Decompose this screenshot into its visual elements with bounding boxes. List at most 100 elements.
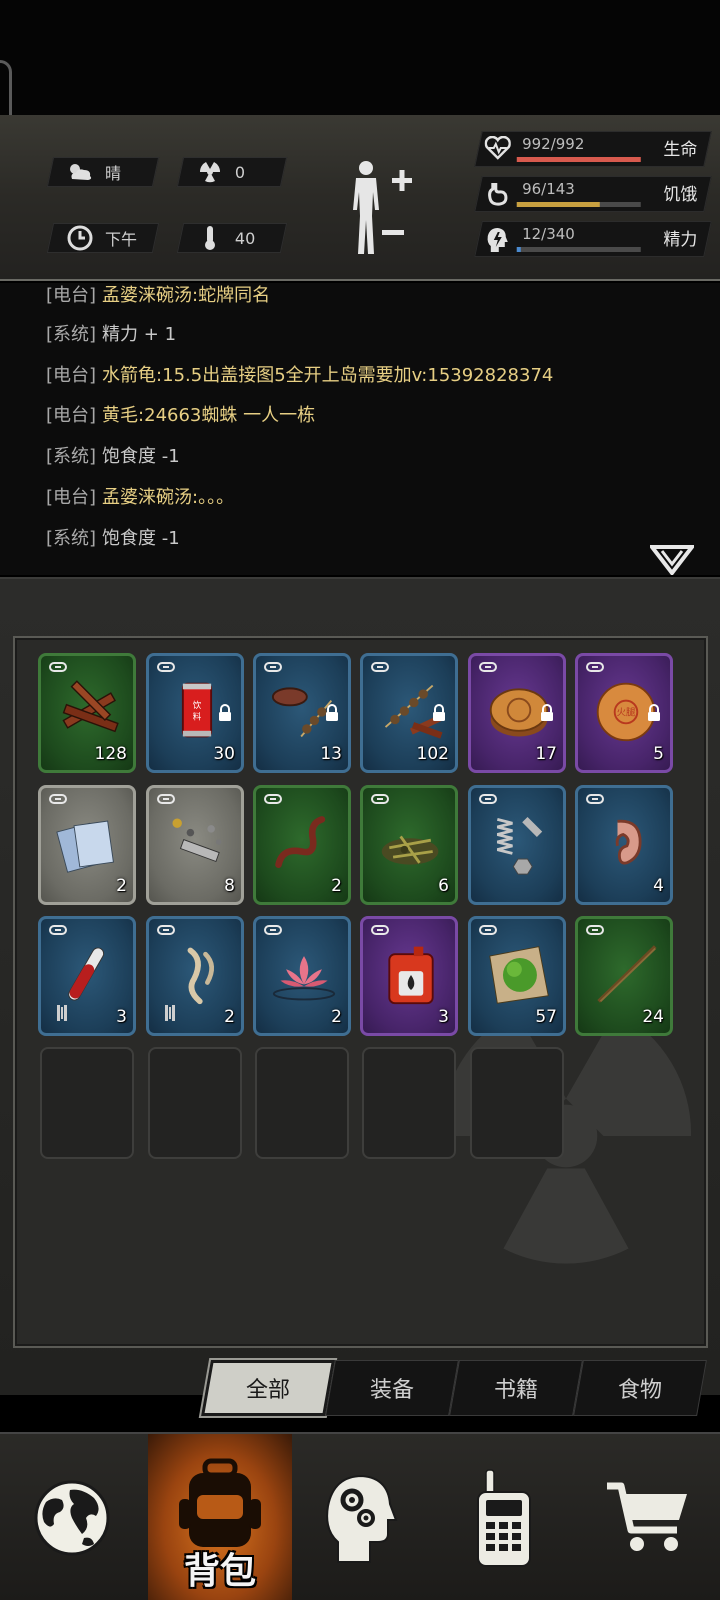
tab-all[interactable]: 全部 — [201, 1360, 335, 1416]
inventory-slot-blood-vial[interactable]: 3 — [38, 916, 136, 1036]
nav-shop-button[interactable] — [576, 1434, 720, 1600]
inventory-slot-paper-sheets[interactable]: 2 — [38, 785, 136, 905]
clock-icon — [65, 223, 95, 253]
cloud-sun-icon — [65, 157, 95, 187]
log-line: [电台] 水箭龟:15.5出盖接图5全开上岛需要加v:15392828374 — [46, 361, 553, 387]
quality-tier-icon — [165, 1005, 175, 1021]
character-body-button[interactable] — [348, 158, 428, 258]
link-icon — [264, 794, 282, 804]
inventory-slot-skewer-with-wood[interactable]: 102 — [360, 653, 458, 773]
item-quantity: 24 — [642, 1007, 664, 1027]
scrap-metal-icon — [172, 818, 222, 863]
inventory-slot-lotus-flower[interactable]: 2 — [253, 916, 351, 1036]
health-bar: 992/992 生命 — [474, 131, 712, 167]
inventory-slot-fire-mooncake[interactable]: 火腿 5 — [575, 653, 673, 773]
log-channel-tag: [电台] — [46, 285, 97, 306]
inventory-slot-worm[interactable]: 2 — [253, 785, 351, 905]
top-bar — [0, 0, 720, 170]
inventory-slot-bone-claws[interactable]: 2 — [146, 916, 244, 1036]
item-quantity: 3 — [438, 1007, 449, 1027]
energy-fill — [516, 247, 522, 252]
link-icon — [479, 794, 497, 804]
inventory-slot-herb-bundle[interactable]: 6 — [360, 785, 458, 905]
lock-icon — [646, 704, 662, 722]
log-message: 精力 + 1 — [102, 324, 177, 345]
quality-tier-icon — [57, 1005, 67, 1021]
thermometer-icon — [195, 223, 225, 253]
spring-and-bolt-icon — [496, 816, 543, 875]
weather-text: 晴 — [105, 164, 122, 183]
human-figure-icon — [353, 161, 412, 254]
radiation-icon — [195, 157, 225, 187]
link-icon — [479, 662, 497, 672]
bottom-nav: 背包 — [0, 1432, 720, 1600]
event-log[interactable]: [电台] 孟婆涞碗汤:蛇牌同名 [系统] 精力 + 1 [电台] 水箭龟:15.5出盖接图… — [0, 283, 720, 575]
nav-backpack-button[interactable]: 背包 — [148, 1434, 292, 1600]
inventory-slot-grilled-meat-skewer[interactable]: 13 — [253, 653, 351, 773]
tab-food[interactable]: 食物 — [573, 1360, 707, 1416]
link-icon — [49, 794, 67, 804]
log-channel-tag: [系统] — [46, 324, 97, 345]
temperature-chip: 40 — [176, 223, 288, 253]
log-message: 孟婆涞碗汤:。。。 — [102, 487, 235, 508]
inventory-slot-wood-planks[interactable]: 128 — [38, 653, 136, 773]
shopping-cart-icon — [607, 1482, 687, 1551]
log-line: [系统] 饱食度 -1 — [46, 442, 180, 468]
inventory-slot-mooncake[interactable]: 17 — [468, 653, 566, 773]
log-message: 孟婆涞碗汤:蛇牌同名 — [102, 285, 271, 306]
nav-map-button[interactable] — [0, 1434, 144, 1600]
wood-planks-icon — [62, 680, 119, 733]
empty-inventory-slot[interactable] — [470, 1047, 564, 1159]
bone-claws-icon — [187, 947, 214, 1005]
link-icon — [479, 925, 497, 935]
hunger-label: 饥饿 — [663, 185, 698, 205]
item-quantity: 128 — [94, 744, 127, 764]
inventory-slot-fuel-canister[interactable]: 3 — [360, 916, 458, 1036]
energy-value: 12/340 — [522, 225, 575, 243]
inventory-slot-ear-organ[interactable]: 4 — [575, 785, 673, 905]
empty-inventory-slot[interactable] — [362, 1047, 456, 1159]
link-icon — [371, 925, 389, 935]
item-quantity: 57 — [535, 1007, 557, 1027]
tab-equipment[interactable]: 装备 — [325, 1360, 459, 1416]
health-value: 992/992 — [522, 135, 585, 153]
empty-inventory-slot[interactable] — [148, 1047, 242, 1159]
time-chip: 下午 — [46, 223, 160, 253]
nav-radio-button[interactable] — [432, 1434, 576, 1600]
energy-track — [516, 247, 641, 252]
backpack-icon — [179, 1458, 261, 1547]
energy-label: 精力 — [663, 230, 698, 250]
svg-text:火腿: 火腿 — [617, 708, 636, 719]
head-gears-icon — [326, 1474, 398, 1563]
health-label: 生命 — [663, 140, 698, 160]
lock-icon — [431, 704, 447, 722]
log-message: 饱食度 -1 — [102, 528, 180, 549]
tab-books-label: 书籍 — [493, 1378, 538, 1403]
link-icon — [49, 925, 67, 935]
empty-inventory-slot[interactable] — [255, 1047, 349, 1159]
link-icon — [157, 925, 175, 935]
inventory-slot-spring-and-bolt[interactable] — [468, 785, 566, 905]
hunger-fill — [516, 202, 600, 207]
item-quantity: 17 — [535, 744, 557, 764]
inventory-slot-scrap-metal[interactable]: 8 — [146, 785, 244, 905]
log-channel-tag: [系统] — [46, 528, 97, 549]
log-channel-tag: [系统] — [46, 446, 97, 467]
item-quantity: 30 — [213, 744, 235, 764]
lock-icon — [324, 704, 340, 722]
tab-all-label: 全部 — [245, 1378, 290, 1403]
nav-skills-button[interactable] — [288, 1434, 432, 1600]
log-line: [系统] 饱食度 -1 — [46, 524, 180, 550]
tab-books[interactable]: 书籍 — [449, 1360, 583, 1416]
radiation-value: 0 — [235, 162, 246, 182]
item-quantity: 5 — [653, 744, 664, 764]
log-channel-tag: [电台] — [46, 365, 97, 386]
hunger-bar: 96/143 饥饿 — [474, 176, 712, 212]
inventory-slot-wooden-stick[interactable]: 24 — [575, 916, 673, 1036]
scroll-down-button[interactable] — [647, 545, 697, 577]
tab-equipment-label: 装备 — [369, 1378, 414, 1403]
empty-inventory-slot[interactable] — [40, 1047, 134, 1159]
energy-bar: 12/340 精力 — [474, 221, 712, 257]
inventory-slot-moss-cloth[interactable]: 57 — [468, 916, 566, 1036]
inventory-slot-soda-can[interactable]: 饮料 30 — [146, 653, 244, 773]
